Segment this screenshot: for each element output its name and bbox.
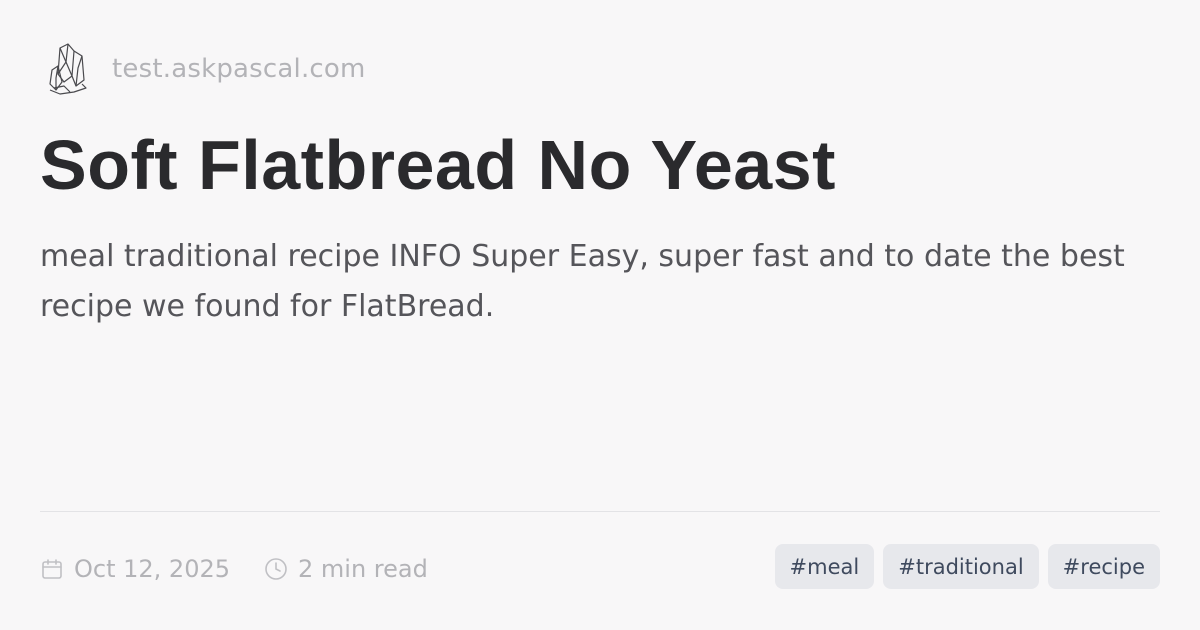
page-title: Soft Flatbread No Yeast [40,126,836,204]
crystal-cluster-icon [49,43,87,95]
publish-date: Oct 12, 2025 [40,555,230,583]
read-time-text: 2 min read [298,555,428,583]
tag-meal[interactable]: #meal [774,544,875,589]
article-meta: Oct 12, 2025 2 min read [40,548,428,590]
tag-traditional[interactable]: #traditional [883,544,1039,589]
divider [40,511,1160,512]
read-time: 2 min read [264,555,428,583]
clock-icon [265,558,287,580]
date-text: Oct 12, 2025 [74,555,230,583]
site-header: test.askpascal.com [46,42,366,96]
tag-recipe[interactable]: #recipe [1047,544,1160,589]
calendar-icon [42,559,62,579]
article-description: meal traditional recipe INFO Super Easy,… [40,239,1125,324]
tag-list: #meal #traditional #recipe [774,544,1160,589]
site-url[interactable]: test.askpascal.com [112,54,366,84]
